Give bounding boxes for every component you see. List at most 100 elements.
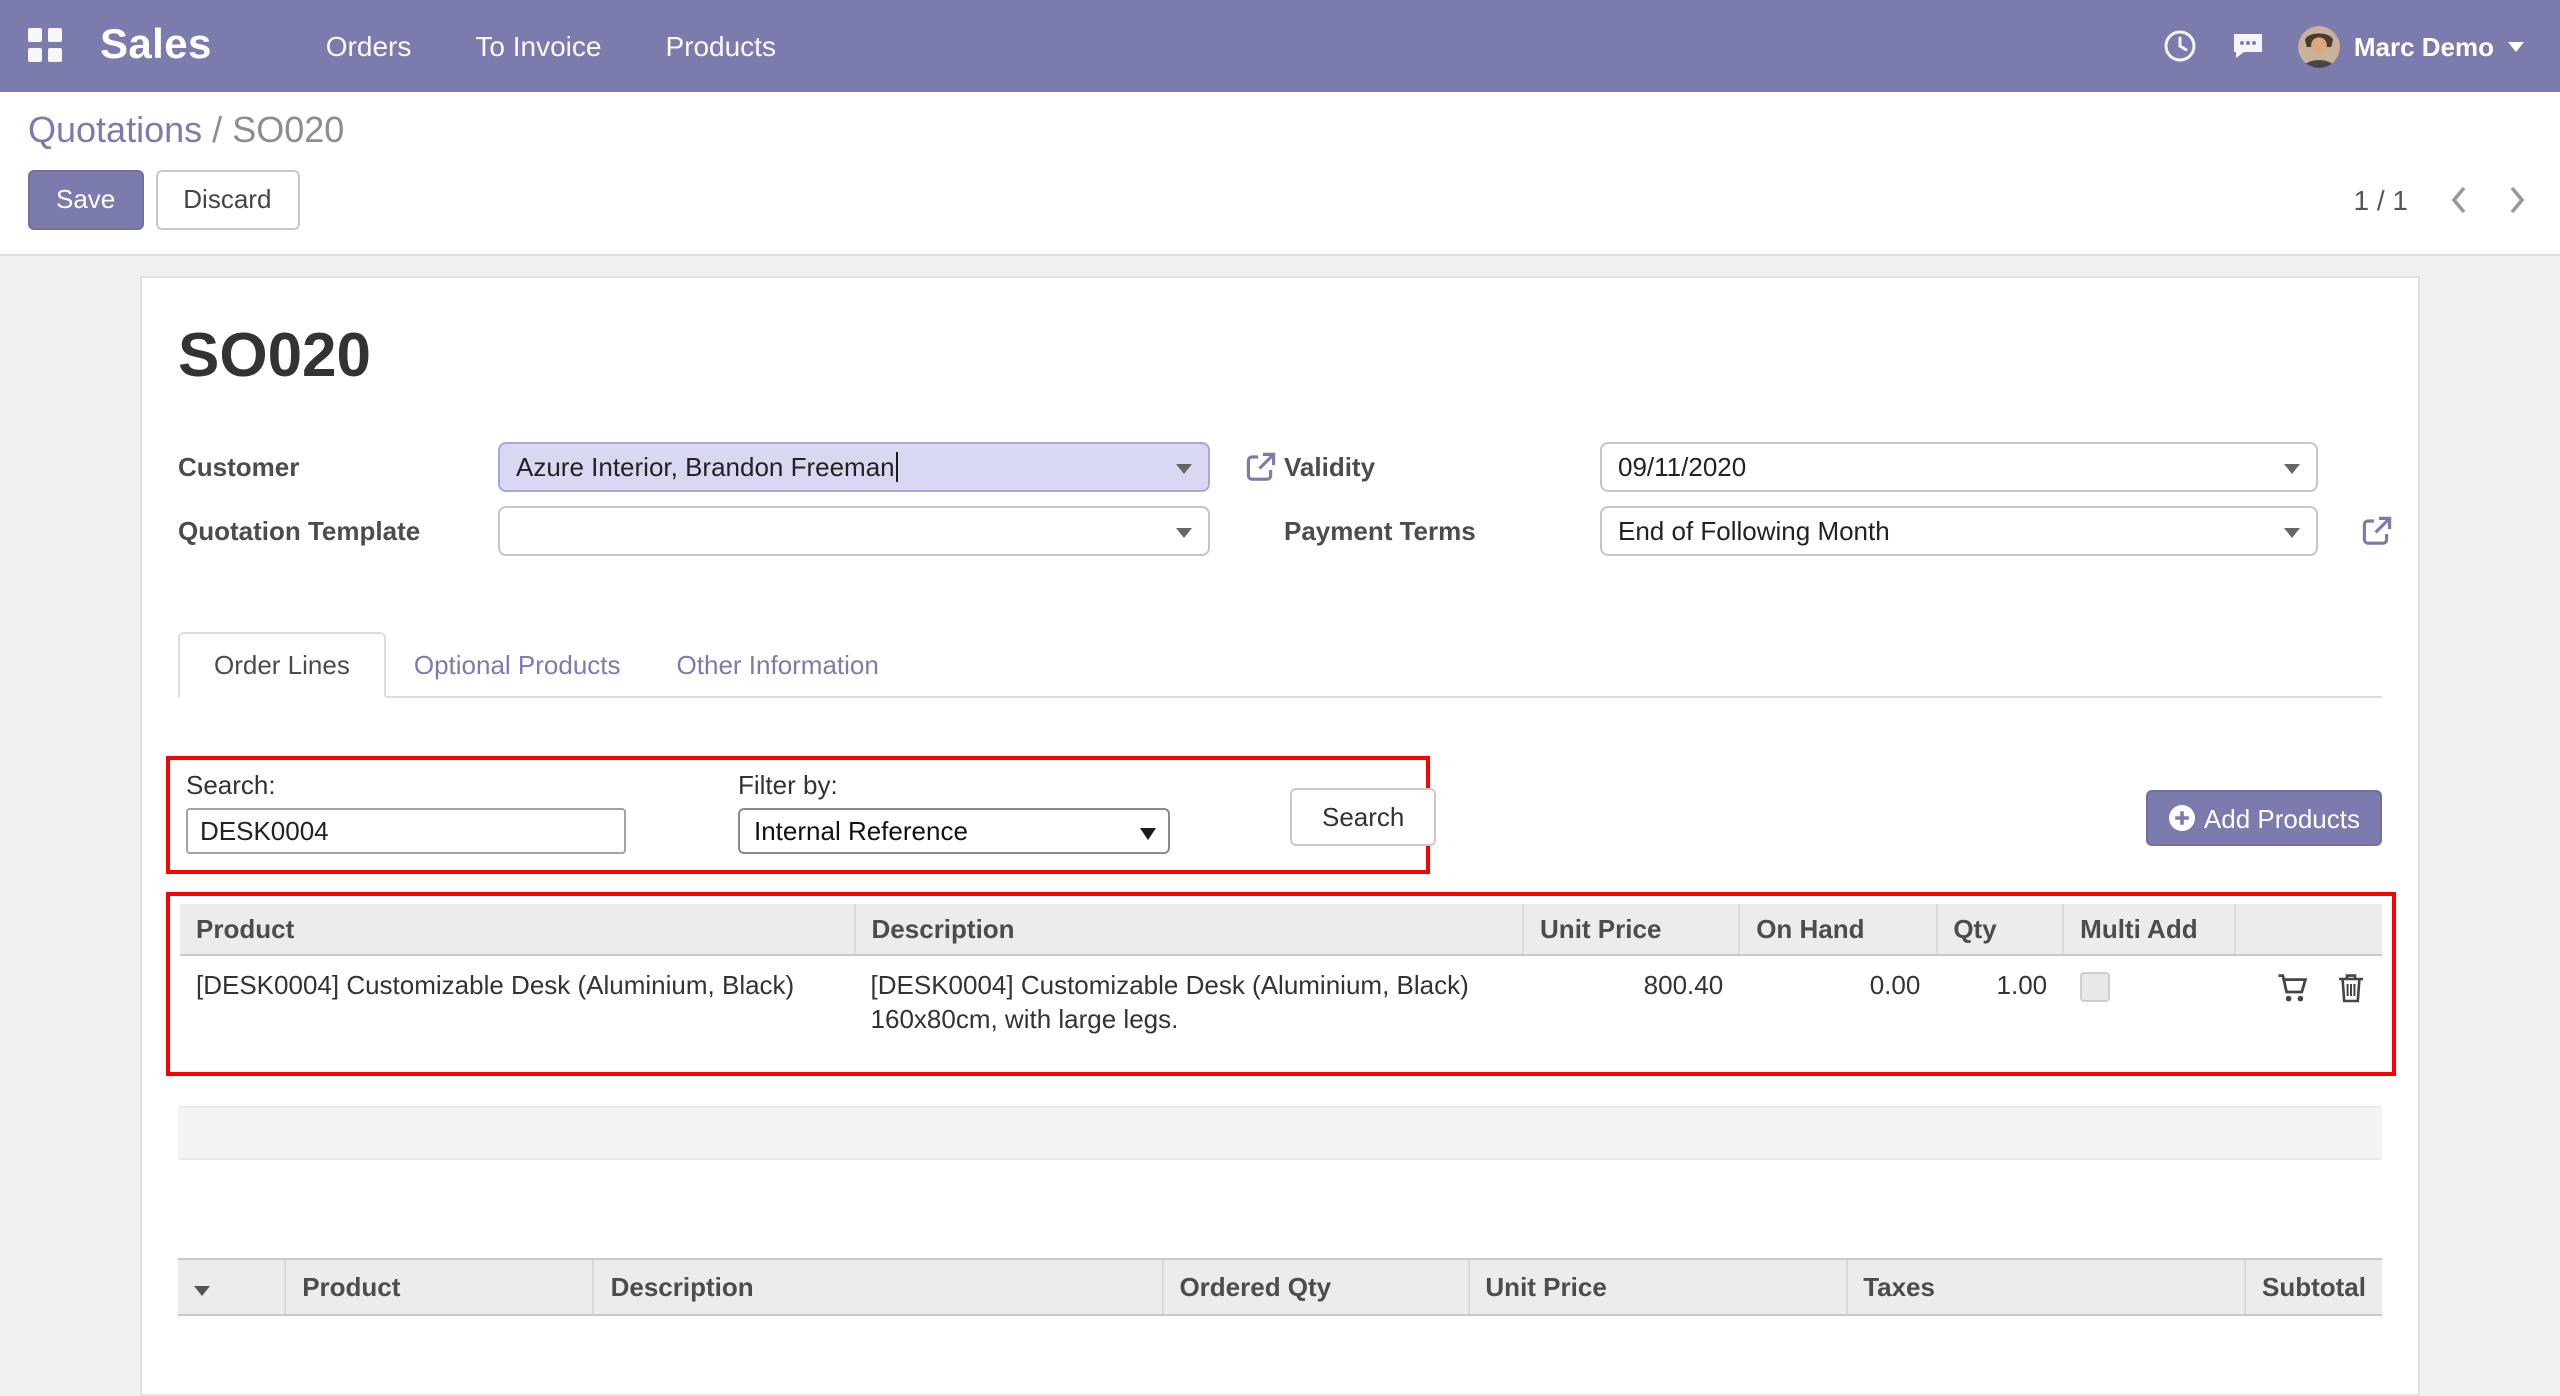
multi-add-checkbox[interactable] (2079, 972, 2109, 1002)
header-on-hand[interactable]: On Hand (1739, 904, 1936, 955)
description-cell: [DESK0004] Customizable Desk (Aluminium,… (855, 955, 1524, 1048)
product-result-row: [DESK0004] Customizable Desk (Aluminium,… (180, 955, 2382, 1048)
breadcrumb: Quotations / SO020 (28, 110, 2528, 152)
add-products-label: Add Products (2204, 803, 2360, 833)
nav-item-to-invoice[interactable]: To Invoice (453, 18, 623, 74)
header-multi-add[interactable]: Multi Add (2063, 904, 2234, 955)
breadcrumb-quotations-link[interactable]: Quotations (28, 110, 202, 150)
app-title[interactable]: Sales (100, 22, 212, 70)
filter-group: Filter by: Internal Reference (738, 770, 1170, 854)
empty-row-strip (178, 1106, 2382, 1160)
quotation-sheet: SO020 Customer Azure Interior, Brandon F… (140, 276, 2420, 1396)
validity-dropdown-caret-icon[interactable] (2284, 463, 2300, 473)
customer-label: Customer (178, 452, 498, 482)
form-left-column: Customer Azure Interior, Brandon Freeman… (178, 442, 1284, 556)
customer-open-record-icon[interactable] (1244, 450, 1278, 484)
add-to-cart-icon[interactable] (2277, 971, 2309, 1003)
ol-header-description[interactable]: Description (594, 1259, 1163, 1315)
content-area: SO020 Customer Azure Interior, Brandon F… (0, 256, 2560, 1396)
form-fields: Customer Azure Interior, Brandon Freeman… (178, 442, 2382, 556)
apps-menu-icon[interactable] (28, 28, 64, 64)
product-search-row: Search: Filter by: Internal Reference Se… (178, 756, 2382, 874)
tab-other-information[interactable]: Other Information (649, 634, 907, 696)
filter-select-value: Internal Reference (754, 816, 968, 846)
ol-header-product[interactable]: Product (285, 1259, 593, 1315)
apps-grid-square (28, 28, 42, 42)
payment-terms-value: End of Following Month (1618, 516, 1890, 546)
multi-add-cell (2063, 955, 2234, 1048)
quotation-template-field[interactable] (498, 506, 1210, 556)
payment-terms-open-record-icon[interactable] (2360, 514, 2394, 548)
ol-header-subtotal[interactable]: Subtotal (2245, 1259, 2382, 1315)
nav-item-products[interactable]: Products (643, 18, 798, 74)
validity-value: 09/11/2020 (1618, 452, 1746, 482)
validity-cell: 09/11/2020 (1600, 442, 2318, 492)
notebook-tabs: Order Lines Optional Products Other Info… (178, 632, 2382, 698)
quotation-template-label: Quotation Template (178, 516, 498, 546)
ol-header-ordered-qty[interactable]: Ordered Qty (1162, 1259, 1468, 1315)
header-unit-price[interactable]: Unit Price (1523, 904, 1739, 955)
header-description[interactable]: Description (855, 904, 1524, 955)
plus-circle-icon (2168, 804, 2196, 832)
tab-optional-products[interactable]: Optional Products (386, 634, 649, 696)
top-menu: Orders To Invoice Products (304, 18, 798, 74)
customer-field[interactable]: Azure Interior, Brandon Freeman (498, 442, 1210, 492)
header-actions (2234, 904, 2382, 955)
row-actions-cell (2234, 955, 2382, 1048)
unit-price-cell: 800.40 (1523, 955, 1739, 1048)
product-results-table: Product Description Unit Price On Hand Q… (180, 904, 2382, 1048)
search-label: Search: (186, 770, 626, 800)
breadcrumb-separator: / (212, 110, 222, 150)
validity-field[interactable]: 09/11/2020 (1600, 442, 2318, 492)
control-panel-buttons-row: Save Discard 1 / 1 (28, 170, 2528, 230)
control-panel: Quotations / SO020 Save Discard 1 / 1 (0, 92, 2560, 256)
tab-order-lines[interactable]: Order Lines (178, 632, 386, 698)
add-products-button[interactable]: Add Products (2146, 790, 2382, 846)
qty-cell: 1.00 (1936, 955, 2063, 1048)
delete-trash-icon[interactable] (2336, 971, 2366, 1003)
user-menu-caret-icon (2508, 41, 2524, 51)
discard-button[interactable]: Discard (155, 170, 299, 230)
validity-label: Validity (1284, 452, 1600, 482)
user-name: Marc Demo (2354, 31, 2494, 61)
breadcrumb-current: SO020 (232, 110, 344, 150)
ol-header-unit-price[interactable]: Unit Price (1468, 1259, 1846, 1315)
pager: 1 / 1 (2354, 184, 2529, 216)
order-lines-table: Product Description Ordered Qty Unit Pri… (178, 1258, 2382, 1316)
search-button[interactable]: Search (1290, 788, 1436, 846)
quotation-template-dropdown-caret-icon[interactable] (1176, 527, 1192, 537)
payment-terms-field[interactable]: End of Following Month (1600, 506, 2318, 556)
user-menu[interactable]: Marc Demo (2298, 25, 2524, 67)
payment-terms-cell: End of Following Month (1600, 506, 2318, 556)
save-button[interactable]: Save (28, 170, 143, 230)
viewport: Sales Orders To Invoice Products (0, 0, 2560, 1286)
payment-terms-dropdown-caret-icon[interactable] (2284, 527, 2300, 537)
activities-clock-icon[interactable] (2162, 28, 2198, 64)
pager-count: 1 / 1 (2354, 184, 2409, 216)
customer-dropdown-caret-icon[interactable] (1176, 463, 1192, 473)
avatar (2298, 25, 2340, 67)
apps-grid-square (48, 28, 62, 42)
text-cursor (897, 452, 899, 482)
filter-select[interactable]: Internal Reference (738, 808, 1170, 854)
header-qty[interactable]: Qty (1936, 904, 2063, 955)
search-group: Search: (186, 770, 626, 854)
nav-item-orders[interactable]: Orders (304, 18, 434, 74)
pager-next-icon[interactable] (2508, 184, 2528, 216)
navbar-right: Marc Demo (2162, 25, 2524, 67)
pager-previous-icon[interactable] (2448, 184, 2468, 216)
header-product[interactable]: Product (180, 904, 855, 955)
header-handle[interactable] (178, 1259, 285, 1315)
form-right-column: Validity 09/11/2020 Payment Terms End of… (1284, 442, 2382, 556)
page-title: SO020 (178, 320, 2382, 392)
messages-icon[interactable] (2230, 28, 2266, 64)
product-cell[interactable]: [DESK0004] Customizable Desk (Aluminium,… (180, 955, 855, 1048)
customer-cell: Azure Interior, Brandon Freeman (498, 442, 1210, 492)
search-input[interactable] (186, 808, 626, 854)
on-hand-cell: 0.00 (1739, 955, 1936, 1048)
quotation-template-cell (498, 506, 1210, 556)
results-header-row: Product Description Unit Price On Hand Q… (180, 904, 2382, 955)
sort-caret-icon (194, 1286, 210, 1296)
order-lines-header-row: Product Description Ordered Qty Unit Pri… (178, 1259, 2382, 1315)
ol-header-taxes[interactable]: Taxes (1846, 1259, 2245, 1315)
